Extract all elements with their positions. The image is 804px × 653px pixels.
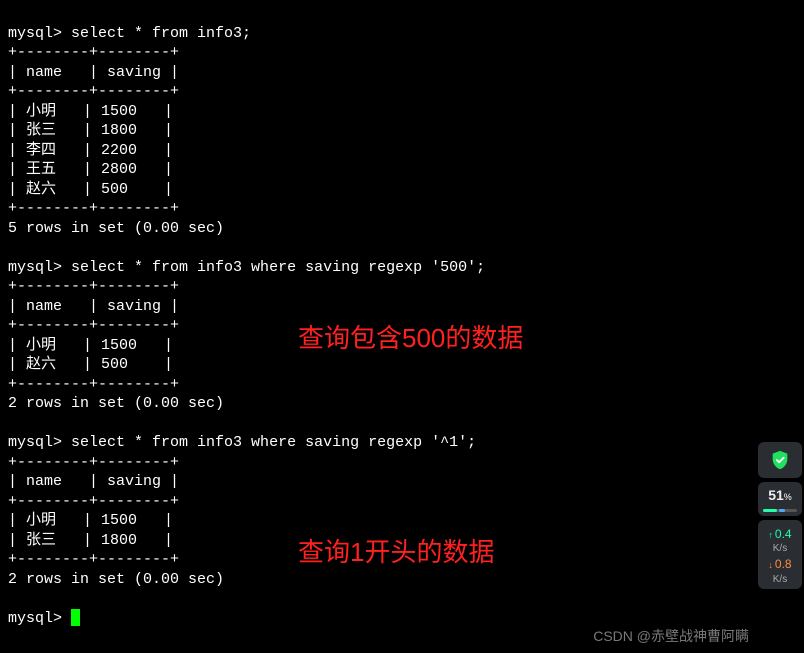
table-separator: +--------+--------+ [8,376,179,393]
table-row: | 李四 | 2200 | [8,142,173,159]
table-row: | 赵六 | 500 | [8,356,173,373]
bar-segment-2 [779,509,785,512]
percent-suffix: % [784,492,792,502]
annotation-text: 查询包含500的数据 [298,322,523,356]
shield-icon [769,449,791,471]
watermark-text: CSDN @赤壁战神曹阿瞒 [593,627,749,645]
prompt: mysql> [8,25,62,42]
download-speed: ↓0.8 [760,554,800,574]
annotation-text: 查询1开头的数据 [298,536,494,570]
table-row: | 赵六 | 500 | [8,181,173,198]
table-separator: +--------+--------+ [8,454,179,471]
prompt[interactable]: mysql> [8,610,71,627]
cpu-usage-box[interactable]: 51% [758,482,802,516]
prompt: mysql> [8,434,62,451]
result-footer: 5 rows in set (0.00 sec) [8,220,224,237]
sql-query: select * from info3; [71,25,251,42]
table-header: | name | saving | [8,298,179,315]
table-separator: +--------+--------+ [8,317,179,334]
system-monitor-widget: 51% ↑0.4 K/s ↓0.8 K/s [758,442,802,589]
table-separator: +--------+--------+ [8,278,179,295]
table-separator: +--------+--------+ [8,44,179,61]
download-value: 0.8 [775,557,792,571]
sql-query: select * from info3 where saving regexp … [71,259,485,276]
cursor-icon [71,609,80,626]
upload-value: 0.4 [775,527,792,541]
upload-unit: K/s [760,543,800,554]
download-unit: K/s [760,574,800,585]
table-row: | 小明 | 1500 | [8,103,173,120]
up-arrow-icon: ↑ [768,530,773,540]
percent-value: 51 [768,487,784,503]
network-speed-box[interactable]: ↑0.4 K/s ↓0.8 K/s [758,520,802,589]
table-header: | name | saving | [8,473,179,490]
table-row: | 张三 | 1800 | [8,532,173,549]
security-shield-button[interactable] [758,442,802,478]
usage-bar [763,509,797,512]
table-separator: +--------+--------+ [8,200,179,217]
table-header: | name | saving | [8,64,179,81]
result-footer: 2 rows in set (0.00 sec) [8,571,224,588]
result-footer: 2 rows in set (0.00 sec) [8,395,224,412]
bar-segment-1 [763,509,777,512]
prompt: mysql> [8,259,62,276]
table-row: | 小明 | 1500 | [8,337,173,354]
table-row: | 王五 | 2800 | [8,161,173,178]
upload-speed: ↑0.4 [760,524,800,544]
table-separator: +--------+--------+ [8,83,179,100]
sql-query: select * from info3 where saving regexp … [71,434,476,451]
table-separator: +--------+--------+ [8,551,179,568]
table-separator: +--------+--------+ [8,493,179,510]
table-row: | 张三 | 1800 | [8,122,173,139]
table-row: | 小明 | 1500 | [8,512,173,529]
down-arrow-icon: ↓ [768,560,773,570]
